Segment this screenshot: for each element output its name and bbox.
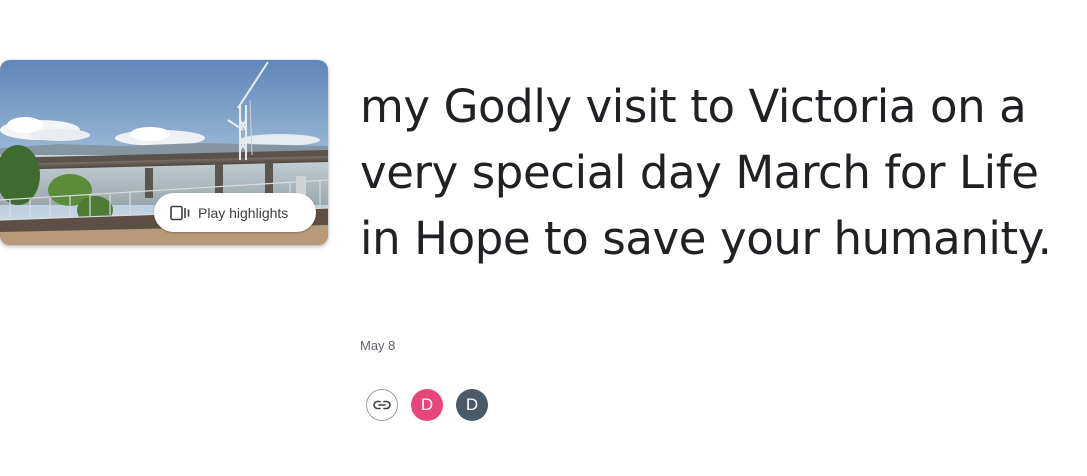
album-cover[interactable]: Play highlights bbox=[0, 60, 328, 245]
avatar[interactable]: D bbox=[411, 389, 443, 421]
link-icon bbox=[373, 400, 391, 410]
play-highlights-label: Play highlights bbox=[198, 204, 289, 221]
share-link-button[interactable] bbox=[366, 389, 398, 421]
album-title: my Godly visit to Victoria on a very spe… bbox=[360, 80, 1052, 265]
slideshow-icon bbox=[170, 205, 190, 221]
album-date: May 8 bbox=[360, 338, 396, 353]
play-highlights-button[interactable]: Play highlights bbox=[154, 193, 316, 232]
avatar[interactable]: D bbox=[456, 389, 488, 421]
album-page: Play highlights my Godly visit to Victor… bbox=[0, 0, 1087, 476]
album-actions: D D bbox=[366, 389, 488, 421]
